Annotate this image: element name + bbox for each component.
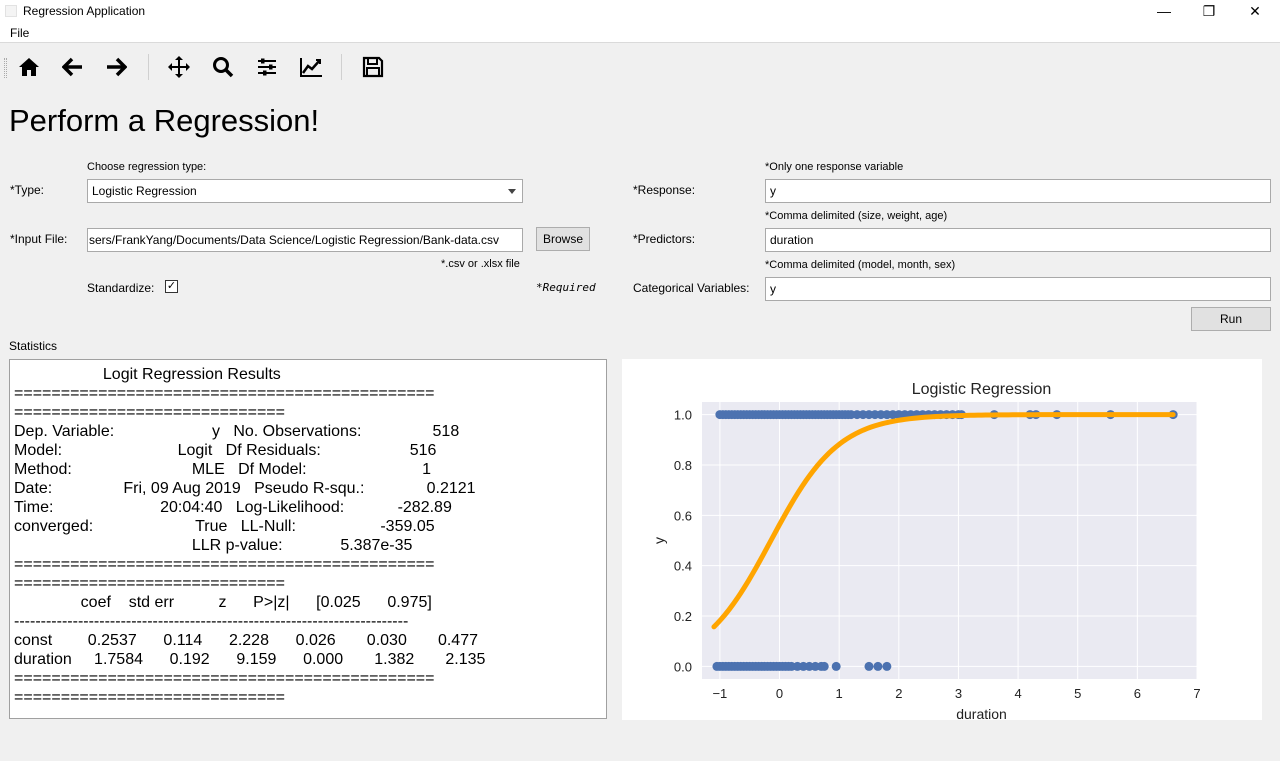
- home-icon: [19, 58, 39, 76]
- menu-bar: File: [0, 23, 1280, 43]
- run-button[interactable]: Run: [1191, 307, 1271, 331]
- x-tick-label: 2: [895, 686, 902, 701]
- x-tick-label: 4: [1014, 686, 1021, 701]
- data-point: [819, 661, 829, 671]
- save-button[interactable]: [358, 53, 388, 81]
- plot-canvas[interactable]: −1 0 1 2 3 4 5 6 7 0.0 0.2 0.4 0.6 0.8 1.0 Logistic Reg…: [622, 359, 1262, 722]
- back-arrow-icon: [62, 57, 82, 77]
- window-title: Regression Application: [23, 4, 146, 18]
- minimize-button[interactable]: —: [1141, 0, 1187, 23]
- x-tick-label: 7: [1193, 686, 1200, 701]
- categorical-label: Categorical Variables:: [633, 281, 750, 295]
- response-field[interactable]: y: [765, 179, 1271, 203]
- predictors-label: *Predictors:: [633, 232, 696, 246]
- toolbar-separator: [341, 54, 342, 80]
- data-point: [882, 661, 892, 671]
- standardize-label: Standardize:: [87, 281, 155, 295]
- file-hint: *.csv or .xlsx file: [441, 258, 520, 270]
- categorical-field[interactable]: y: [765, 277, 1271, 301]
- data-point: [873, 661, 883, 671]
- app-icon: [5, 5, 17, 17]
- regression-type-value: Logistic Regression: [92, 184, 197, 198]
- zoom-button[interactable]: [208, 53, 238, 81]
- input-file-field[interactable]: sers/FrankYang/Documents/Data Science/Lo…: [87, 228, 523, 252]
- response-label: *Response:: [633, 183, 696, 197]
- regression-summary-text: Logit Regression Results ===============…: [14, 366, 486, 706]
- x-tick-label: 6: [1134, 686, 1141, 701]
- pan-button[interactable]: [164, 53, 194, 81]
- forward-button[interactable]: [101, 53, 131, 81]
- configure-subplots-button[interactable]: [252, 53, 282, 81]
- x-tick-label: 3: [955, 686, 962, 701]
- title-bar: Regression Application — ❐ ✕: [0, 0, 1280, 23]
- type-hint: Choose regression type:: [87, 161, 207, 173]
- statistics-label: Statistics: [9, 339, 58, 353]
- toolbar: [0, 44, 1280, 90]
- forward-arrow-icon: [107, 57, 127, 77]
- status-bar: [0, 757, 1280, 761]
- y-tick-label: 0.4: [674, 559, 692, 574]
- response-hint: *Only one response variable: [765, 161, 904, 173]
- required-note: *Required: [536, 281, 596, 294]
- y-axis-label: y: [651, 537, 667, 544]
- y-tick-label: 0.2: [674, 609, 692, 624]
- page-title: Perform a Regression!: [9, 103, 320, 138]
- y-tick-label: 0.8: [674, 458, 692, 473]
- edit-axes-button[interactable]: [296, 53, 326, 81]
- y-tick-label: 0.6: [674, 508, 692, 523]
- toolbar-separator: [148, 54, 149, 80]
- standardize-checkbox[interactable]: ✓: [165, 280, 178, 293]
- type-label: *Type:: [10, 183, 45, 197]
- menu-file[interactable]: File: [10, 26, 29, 40]
- chart-title: Logistic Regression: [912, 381, 1052, 398]
- x-tick-label: 5: [1074, 686, 1081, 701]
- close-button[interactable]: ✕: [1232, 0, 1278, 23]
- edit-axes-icon: [300, 58, 322, 77]
- home-button[interactable]: [14, 53, 44, 81]
- predictors-hint: *Comma delimited (size, weight, age): [765, 210, 948, 222]
- configure-subplots-icon: [258, 58, 276, 76]
- save-icon: [362, 56, 384, 78]
- maximize-button[interactable]: ❐: [1186, 0, 1232, 23]
- predictors-field[interactable]: duration: [765, 228, 1271, 252]
- input-file-label: *Input File:: [10, 232, 68, 246]
- data-point: [831, 661, 841, 671]
- x-tick-label: 0: [776, 686, 783, 701]
- plot-area: [702, 402, 1197, 679]
- browse-button[interactable]: Browse: [536, 227, 590, 251]
- zoom-icon: [213, 57, 234, 78]
- pan-icon: [168, 56, 190, 78]
- categorical-hint: *Comma delimited (model, month, sex): [765, 259, 956, 271]
- back-button[interactable]: [58, 53, 88, 81]
- logistic-regression-chart: −1 0 1 2 3 4 5 6 7 0.0 0.2 0.4 0.6 0.8 1.0 Logistic Reg…: [651, 381, 1201, 722]
- toolbar-grip[interactable]: [4, 58, 7, 78]
- x-tick-label: −1: [712, 686, 727, 701]
- regression-type-select[interactable]: Logistic Regression: [87, 179, 523, 203]
- chevron-down-icon: [508, 189, 516, 194]
- statistics-output[interactable]: Logit Regression Results ===============…: [9, 359, 607, 719]
- y-tick-label: 1.0: [674, 408, 692, 423]
- x-tick-label: 1: [836, 686, 843, 701]
- y-tick-label: 0.0: [674, 659, 692, 674]
- data-point: [864, 661, 874, 671]
- x-axis-label: duration: [956, 706, 1007, 720]
